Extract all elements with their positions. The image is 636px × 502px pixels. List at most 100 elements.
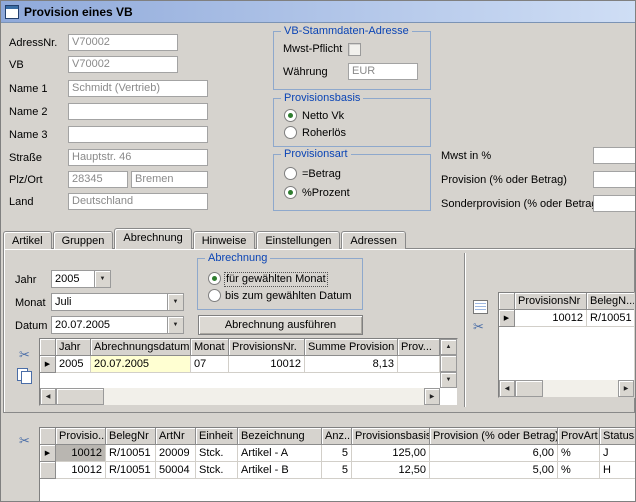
- grid1-header-provisionsnr[interactable]: ProvisionsNr.: [229, 339, 305, 356]
- grid3-header-anzahl[interactable]: Anz...: [322, 428, 352, 445]
- copy-icon[interactable]: [15, 367, 33, 384]
- scroll-thumb[interactable]: [515, 380, 543, 397]
- mwst-pflicht-checkbox[interactable]: [348, 43, 361, 56]
- grid3-header-bezeichnung[interactable]: Bezeichnung: [238, 428, 322, 445]
- name2-field[interactable]: [68, 103, 208, 120]
- grid3-header-provisionsnr[interactable]: Provisio...: [56, 428, 106, 445]
- monat-option-radio[interactable]: [208, 272, 221, 285]
- grid3-header-provisionsbasis[interactable]: Provisionsbasis: [352, 428, 430, 445]
- grid1-header-jahr[interactable]: Jahr: [56, 339, 91, 356]
- betrag-radio[interactable]: [284, 167, 297, 180]
- datum-combobox-button[interactable]: ▼: [167, 317, 183, 333]
- grid3-header-einheit[interactable]: Einheit: [196, 428, 238, 445]
- grid2-header-belegnr[interactable]: BelegN...: [587, 293, 634, 310]
- tab-abrechnung[interactable]: Abrechnung: [114, 228, 191, 249]
- grid3-row-marker[interactable]: ▶: [40, 445, 56, 462]
- roherloes-radio[interactable]: [284, 126, 297, 139]
- scroll-right-button[interactable]: ▶: [424, 388, 440, 405]
- grid3-header-artnr[interactable]: ArtNr: [156, 428, 196, 445]
- grid3-header-belegnr[interactable]: BelegNr: [106, 428, 156, 445]
- grid1-cell-summe[interactable]: 8,13: [305, 356, 398, 373]
- grid1-hscrollbar[interactable]: ◀ ▶: [40, 388, 440, 405]
- grid3-cell[interactable]: 5: [322, 445, 352, 462]
- table-edit-icon[interactable]: [473, 300, 488, 314]
- grid3-cell[interactable]: %: [558, 462, 600, 479]
- monat-combobox[interactable]: Juli ▼: [51, 293, 184, 311]
- grid1-header-monat[interactable]: Monat: [191, 339, 229, 356]
- name1-field[interactable]: Schmidt (Vertrieb): [68, 80, 208, 97]
- grid3-cell[interactable]: 5,00: [430, 462, 558, 479]
- plz-field[interactable]: 28345: [68, 171, 128, 188]
- grid1-header-summe[interactable]: Summe Provision: [305, 339, 398, 356]
- grid3-cell[interactable]: 5: [322, 462, 352, 479]
- grid3-row-selector[interactable]: [40, 462, 56, 479]
- netto-vk-radio[interactable]: [284, 109, 297, 122]
- grid1-cell-abrechnungsdatum[interactable]: 20.07.2005: [91, 356, 191, 373]
- scroll-track[interactable]: [543, 380, 618, 397]
- adressnr-field[interactable]: V70002: [68, 34, 178, 51]
- grid1-cell-jahr[interactable]: 2005: [56, 356, 91, 373]
- pane-divider[interactable]: [464, 253, 466, 407]
- land-field[interactable]: Deutschland: [68, 193, 208, 210]
- tab-hinweise[interactable]: Hinweise: [193, 231, 256, 249]
- datum-option-radio[interactable]: [208, 289, 221, 302]
- grid3-cell[interactable]: 50004: [156, 462, 196, 479]
- grid1-row-marker[interactable]: ▶: [40, 356, 56, 373]
- grid3-cell[interactable]: Artikel - A: [238, 445, 322, 462]
- grid2-header-provisionsnr[interactable]: ProvisionsNr: [515, 293, 587, 310]
- grid3-cell[interactable]: %: [558, 445, 600, 462]
- grid3-cell[interactable]: 12,50: [352, 462, 430, 479]
- grid3-cell[interactable]: R/10051: [106, 462, 156, 479]
- title-bar[interactable]: Provision eines VB: [1, 1, 635, 23]
- grid1-cell-prov[interactable]: [398, 356, 440, 373]
- grid3-cell[interactable]: 20009: [156, 445, 196, 462]
- grid1-selector-header[interactable]: [40, 339, 56, 356]
- mwst-in-prozent-field[interactable]: [593, 147, 636, 164]
- cut-icon[interactable]: ✂: [19, 347, 30, 363]
- abrechnung-ausfuehren-button[interactable]: Abrechnung ausführen: [198, 315, 363, 335]
- monat-combobox-button[interactable]: ▼: [167, 294, 183, 310]
- strasse-field[interactable]: Hauptstr. 46: [68, 149, 208, 166]
- vb-field[interactable]: V70002: [68, 56, 178, 73]
- grid3-cell[interactable]: H: [600, 462, 636, 479]
- name3-field[interactable]: [68, 126, 208, 143]
- prozent-radio[interactable]: [284, 186, 297, 199]
- grid3-cell[interactable]: 6,00: [430, 445, 558, 462]
- jahr-combobox[interactable]: 2005 ▼: [51, 270, 111, 288]
- scroll-up-button[interactable]: ▲: [440, 339, 457, 355]
- grid3-cell[interactable]: Stck.: [196, 445, 238, 462]
- tab-gruppen[interactable]: Gruppen: [53, 231, 114, 249]
- grid3-selector-header[interactable]: [40, 428, 56, 445]
- tab-adressen[interactable]: Adressen: [341, 231, 405, 249]
- grid3-header-provision[interactable]: Provision (% oder Betrag): [430, 428, 558, 445]
- grid3-cell[interactable]: R/10051: [106, 445, 156, 462]
- sonderprovision-field[interactable]: [593, 195, 636, 212]
- grid3-cell[interactable]: Artikel - B: [238, 462, 322, 479]
- scroll-thumb[interactable]: [440, 355, 457, 372]
- ort-field[interactable]: Bremen: [131, 171, 208, 188]
- grid3-header-status[interactable]: Status: [600, 428, 636, 445]
- grid1-data-row[interactable]: ▶ 2005 20.07.2005 07 10012 8,13: [40, 356, 457, 373]
- grid1-vscrollbar[interactable]: ▲ ▼: [440, 339, 457, 388]
- cut-icon[interactable]: ✂: [473, 319, 484, 335]
- grid1-header-abrechnungsdatum[interactable]: Abrechnungsdatum: [91, 339, 191, 356]
- grid3-header-provart[interactable]: ProvArt: [558, 428, 600, 445]
- grid2-row-marker[interactable]: ▶: [499, 310, 515, 327]
- grid1-header-prov[interactable]: Prov...: [398, 339, 440, 356]
- scroll-thumb[interactable]: [56, 388, 104, 405]
- grid2-hscrollbar[interactable]: ◀ ▶: [499, 380, 634, 397]
- grid3-cell[interactable]: 10012: [56, 462, 106, 479]
- cut-icon[interactable]: ✂: [19, 433, 30, 449]
- waehrung-field[interactable]: EUR: [348, 63, 418, 80]
- scroll-left-button[interactable]: ◀: [40, 388, 56, 405]
- scroll-right-button[interactable]: ▶: [618, 380, 634, 397]
- grid3-cell[interactable]: 125,00: [352, 445, 430, 462]
- grid3-cell[interactable]: 10012: [56, 445, 106, 462]
- scroll-left-button[interactable]: ◀: [499, 380, 515, 397]
- grid2-data-row[interactable]: ▶ 10012 R/10051: [499, 310, 634, 327]
- grid3-cell[interactable]: J: [600, 445, 636, 462]
- provision-field[interactable]: [593, 171, 636, 188]
- grid3-data-row[interactable]: ▶ 10012 R/10051 20009 Stck. Artikel - A …: [40, 445, 636, 462]
- tab-einstellungen[interactable]: Einstellungen: [256, 231, 340, 249]
- grid3-cell[interactable]: Stck.: [196, 462, 238, 479]
